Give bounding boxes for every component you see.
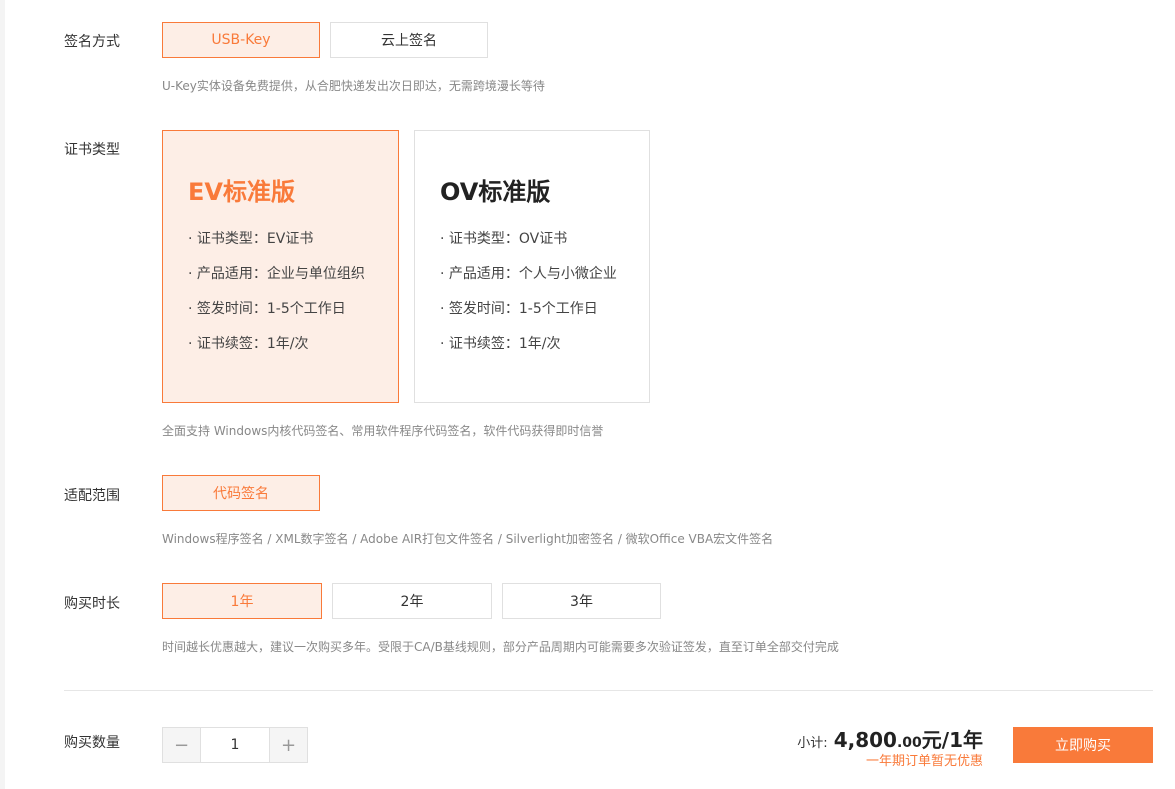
quantity-stepper[interactable]: − 1 + xyxy=(162,727,308,763)
cert-feature: · 产品适用：个人与小微企业 xyxy=(440,266,617,282)
subtotal: 小计: 4,800 .00 元/1年 xyxy=(797,724,983,753)
cert-card-title: EV标准版 xyxy=(188,178,295,206)
sign-method-hint: U-Key实体设备免费提供，从合肥快递发出次日即达，无需跨境漫长等待 xyxy=(162,79,545,93)
sign-method-option-usbkey[interactable]: USB-Key xyxy=(162,22,320,58)
buy-now-button[interactable]: 立即购买 xyxy=(1013,727,1153,763)
quantity-value[interactable]: 1 xyxy=(200,728,270,762)
duration-hint: 时间越长优惠越大，建议一次购买多年。受限于CA/B基线规则，部分产品周期内可能需… xyxy=(162,640,839,654)
cert-card-ev[interactable]: EV标准版 · 证书类型：EV证书 · 产品适用：企业与单位组织 · 签发时间：… xyxy=(162,130,399,403)
quantity-decrement-button[interactable]: − xyxy=(163,728,200,762)
sign-method-option-cloud[interactable]: 云上签名 xyxy=(330,22,488,58)
duration-label: 购买时长 xyxy=(64,596,120,612)
cert-type-label: 证书类型 xyxy=(64,142,120,158)
price-unit: 元/1年 xyxy=(921,728,983,752)
duration-option-1y[interactable]: 1年 xyxy=(162,583,322,619)
duration-option-3y[interactable]: 3年 xyxy=(502,583,661,619)
scope-label: 适配范围 xyxy=(64,488,120,504)
price-decimal: .00 xyxy=(896,735,922,751)
cert-card-ov[interactable]: OV标准版 · 证书类型：OV证书 · 产品适用：个人与小微企业 · 签发时间：… xyxy=(414,130,650,403)
cert-feature: · 证书续签：1年/次 xyxy=(188,336,309,352)
price-integer: 4,800 xyxy=(833,728,897,752)
cert-feature: · 签发时间：1-5个工作日 xyxy=(440,301,598,317)
cert-feature: · 签发时间：1-5个工作日 xyxy=(188,301,346,317)
quantity-label: 购买数量 xyxy=(64,735,120,751)
cert-card-title: OV标准版 xyxy=(440,178,551,206)
duration-option-2y[interactable]: 2年 xyxy=(332,583,492,619)
quantity-increment-button[interactable]: + xyxy=(270,728,307,762)
sign-method-label: 签名方式 xyxy=(64,34,120,50)
cert-feature: · 证书续签：1年/次 xyxy=(440,336,561,352)
scope-hint: Windows程序签名 / XML数字签名 / Adobe AIR打包文件签名 … xyxy=(162,532,774,546)
cert-type-hint: 全面支持 Windows内核代码签名、常用软件程序代码签名，软件代码获得即时信誉 xyxy=(162,424,604,438)
scope-option-code-signing[interactable]: 代码签名 xyxy=(162,475,320,511)
discount-note: 一年期订单暂无优惠 xyxy=(865,754,983,769)
subtotal-label: 小计: xyxy=(797,736,828,751)
cert-feature: · 证书类型：EV证书 xyxy=(188,231,314,247)
cert-feature: · 证书类型：OV证书 xyxy=(440,231,568,247)
cert-feature: · 产品适用：企业与单位组织 xyxy=(188,266,365,282)
left-edge xyxy=(0,0,5,789)
divider xyxy=(64,690,1153,691)
